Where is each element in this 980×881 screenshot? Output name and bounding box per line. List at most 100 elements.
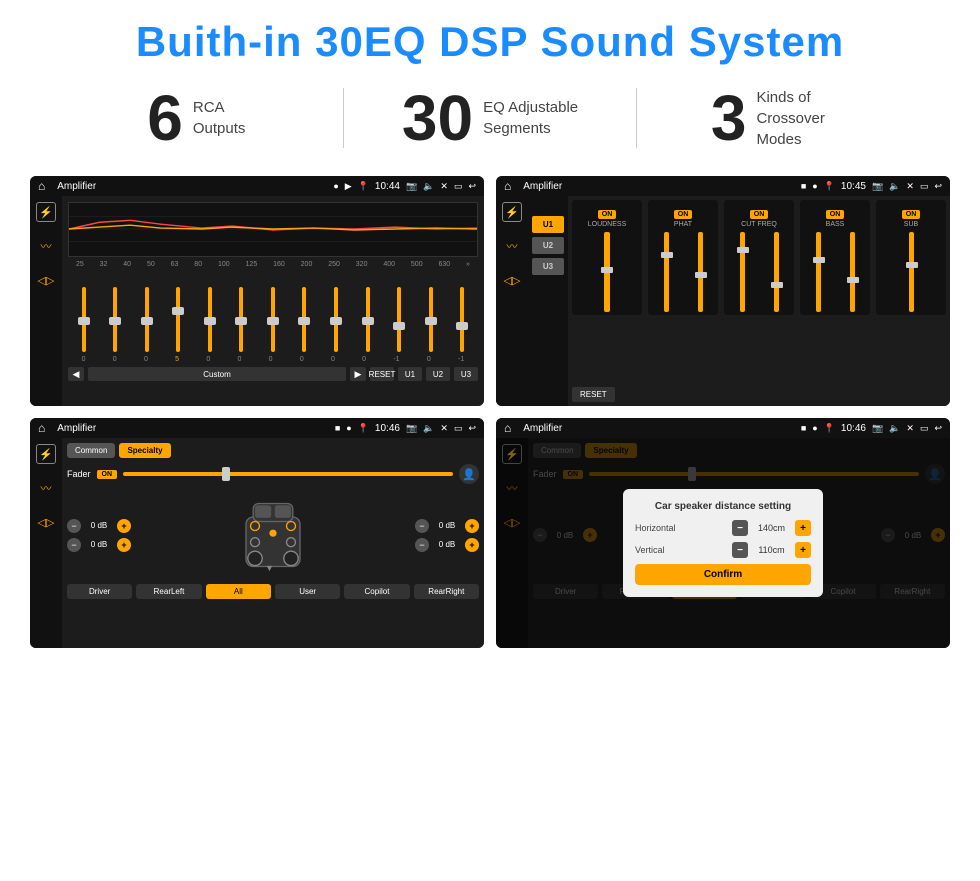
specialty-tab[interactable]: Specialty [119, 443, 170, 458]
sp-minus-3[interactable]: − [415, 519, 429, 533]
u3-preset-btn[interactable]: U3 [532, 258, 564, 275]
sp-val-3: 0 dB [432, 521, 462, 530]
dsp-controls-area: ON LOUDNESS ON PHAT [568, 196, 950, 406]
u2-preset-btn[interactable]: U2 [532, 237, 564, 254]
bass-on[interactable]: ON [826, 210, 845, 219]
common-tab[interactable]: Common [67, 443, 115, 458]
eq-preset-label[interactable]: Custom [88, 367, 346, 381]
confirm-button[interactable]: Confirm [635, 564, 811, 585]
sp-val-4: 0 dB [432, 540, 462, 549]
wave-icon[interactable]: 〰 [36, 236, 56, 256]
sp-minus-4[interactable]: − [415, 538, 429, 552]
user-btn[interactable]: User [275, 584, 340, 599]
sp-row-3: − 0 dB + [415, 519, 479, 533]
fader-handle[interactable] [222, 467, 230, 481]
eq-slider-13[interactable] [460, 287, 464, 352]
eq-u2-btn[interactable]: U2 [426, 367, 450, 381]
sp-plus-2[interactable]: + [117, 538, 131, 552]
eq-icon-bl[interactable]: ⚡ [36, 444, 56, 464]
eq-slider-11[interactable] [397, 287, 401, 352]
cross-tabs: Common Specialty [67, 443, 479, 458]
eq-u3-btn[interactable]: U3 [454, 367, 478, 381]
vertical-plus-btn[interactable]: + [795, 542, 811, 558]
eq-slider-5[interactable] [208, 287, 212, 352]
sp-minus-1[interactable]: − [67, 519, 81, 533]
horizontal-label: Horizontal [635, 523, 726, 533]
u1-preset-btn[interactable]: U1 [532, 216, 564, 233]
driver-btn[interactable]: Driver [67, 584, 132, 599]
eq-reset-btn[interactable]: RESET [370, 367, 394, 381]
stat-divider-1 [343, 88, 344, 148]
sidebar-bl: ⚡ 〰 ◁▷ [30, 438, 62, 648]
dsp-cutfreq: ON CUT FREQ [724, 200, 794, 315]
wave-icon-tr[interactable]: 〰 [502, 236, 522, 256]
sub-on[interactable]: ON [902, 210, 921, 219]
eq-slider-4[interactable] [176, 287, 180, 352]
rect-icon: ▭ [454, 181, 463, 192]
back-icon-br[interactable]: ↩ [934, 423, 942, 434]
horizontal-minus-btn[interactable]: − [732, 520, 748, 536]
eq-slider-6[interactable] [239, 287, 243, 352]
rearright-btn[interactable]: RearRight [414, 584, 479, 599]
horizontal-plus-btn[interactable]: + [795, 520, 811, 536]
sidebar-tl: ⚡ 〰 ◁▷ [30, 196, 62, 406]
phat-on[interactable]: ON [674, 210, 693, 219]
back-icon-bl[interactable]: ↩ [468, 423, 476, 434]
dsp-loudness: ON LOUDNESS [572, 200, 642, 315]
speaker-icon-tr[interactable]: ◁▷ [502, 270, 522, 290]
rearleft-btn[interactable]: RearLeft [136, 584, 201, 599]
sp-plus-3[interactable]: + [465, 519, 479, 533]
x-icon: ✕ [440, 181, 448, 192]
copilot-btn[interactable]: Copilot [344, 584, 409, 599]
sp-minus-2[interactable]: − [67, 538, 81, 552]
speaker-icon[interactable]: ◁▷ [36, 270, 56, 290]
status-bar-tr: ⌂ Amplifier ■ ● 📍 10:45 📷 🔈 ✕ ▭ ↩ [496, 176, 950, 196]
sp-plus-4[interactable]: + [465, 538, 479, 552]
vertical-label: Vertical [635, 545, 726, 555]
home-icon-br[interactable]: ⌂ [504, 421, 511, 435]
stat-number-crossover: 3 [711, 86, 747, 150]
all-btn[interactable]: All [206, 584, 271, 599]
eq-icon[interactable]: ⚡ [36, 202, 56, 222]
fader-on-badge[interactable]: ON [97, 470, 118, 479]
home-icon[interactable]: ⌂ [38, 179, 45, 193]
dialog-vertical-row: Vertical − 110cm + [635, 542, 811, 558]
wave-icon-bl[interactable]: 〰 [36, 478, 56, 498]
vertical-value: 110cm [754, 545, 789, 555]
eq-slider-10[interactable] [366, 287, 370, 352]
eq-slider-9[interactable] [334, 287, 338, 352]
stat-divider-2 [636, 88, 637, 148]
sp-controls-left: − 0 dB + − 0 dB + [67, 519, 131, 552]
fader-slider[interactable] [123, 472, 453, 476]
sp-row-1: − 0 dB + [67, 519, 131, 533]
eq-icon-tr[interactable]: ⚡ [502, 202, 522, 222]
eq-slider-7[interactable] [271, 287, 275, 352]
home-icon-bl[interactable]: ⌂ [38, 421, 45, 435]
stat-label-rca: RCA Outputs [193, 97, 246, 139]
eq-slider-1[interactable] [82, 287, 86, 352]
sp-val-1: 0 dB [84, 521, 114, 530]
eq-slider-8[interactable] [302, 287, 306, 352]
eq-slider-12[interactable] [429, 287, 433, 352]
loudness-on[interactable]: ON [598, 210, 617, 219]
page-title: Buith-in 30EQ DSP Sound System [20, 18, 960, 66]
screen-time-tr: 10:45 [841, 181, 866, 192]
speaker-layout: − 0 dB + − 0 dB + [67, 490, 479, 580]
eq-next-btn[interactable]: ▶ [350, 367, 366, 381]
back-icon-tr[interactable]: ↩ [934, 181, 942, 192]
eq-u1-btn[interactable]: U1 [398, 367, 422, 381]
eq-bottom-bar: ◀ Custom ▶ RESET U1 U2 U3 [68, 367, 478, 381]
cutfreq-on[interactable]: ON [750, 210, 769, 219]
eq-prev-btn[interactable]: ◀ [68, 367, 84, 381]
eq-slider-3[interactable] [145, 287, 149, 352]
home-icon-tr[interactable]: ⌂ [504, 179, 511, 193]
sp-plus-1[interactable]: + [117, 519, 131, 533]
back-icon[interactable]: ↩ [468, 181, 476, 192]
dsp-controls-row: ON LOUDNESS ON PHAT [572, 200, 946, 315]
pin-icon-tr: 📍 [824, 181, 835, 192]
vertical-minus-btn[interactable]: − [732, 542, 748, 558]
dsp-reset-btn[interactable]: RESET [572, 387, 615, 402]
stat-eq: 30 EQ Adjustable Segments [354, 86, 627, 150]
speaker-icon-bl[interactable]: ◁▷ [36, 512, 56, 532]
eq-slider-2[interactable] [113, 287, 117, 352]
